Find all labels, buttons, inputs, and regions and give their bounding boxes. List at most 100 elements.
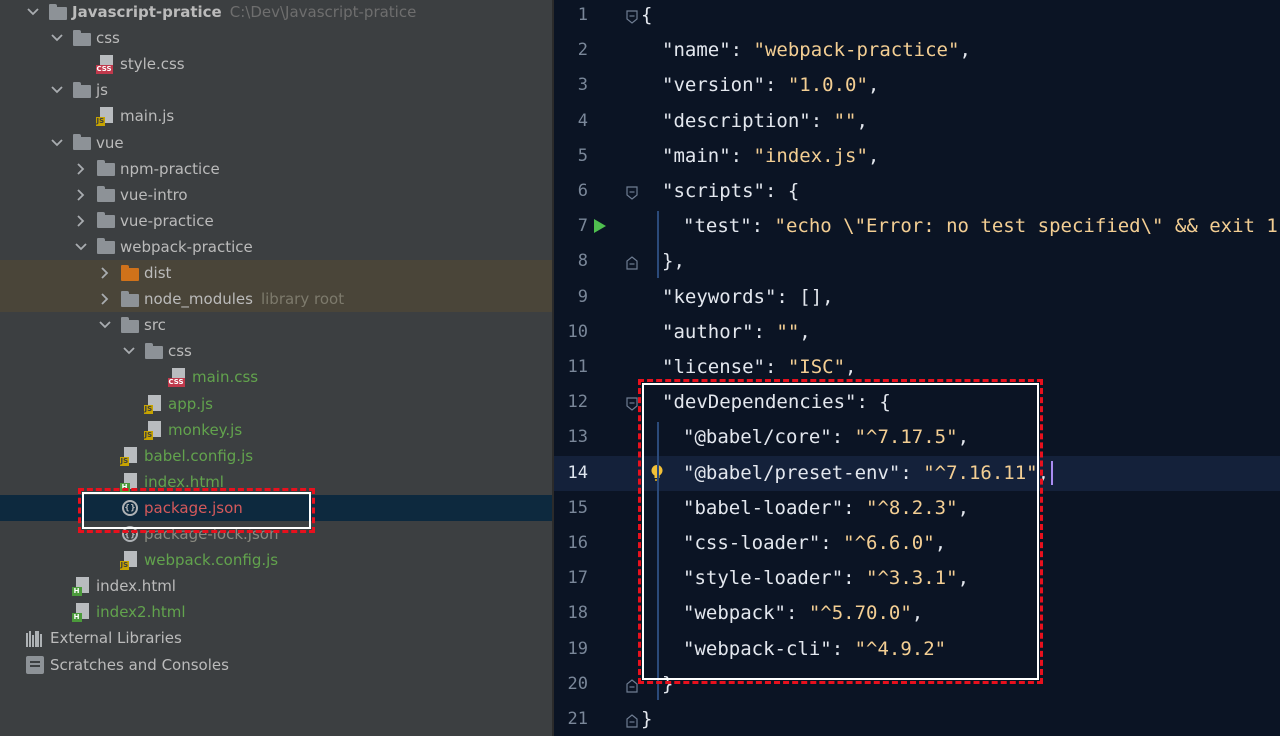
code-line[interactable]: 9 "keywords": [], xyxy=(554,280,1280,315)
tree-item-label: External Libraries xyxy=(50,629,182,648)
tree-row[interactable]: JS webpack.config.js xyxy=(0,547,552,573)
fold-close-icon[interactable] xyxy=(626,713,638,728)
fold-open-icon[interactable] xyxy=(626,9,638,24)
tree-row[interactable]: npm-practice xyxy=(0,156,552,182)
code-line[interactable]: 10 "author": "", xyxy=(554,315,1280,350)
tree-row[interactable]: {} package.json xyxy=(0,494,552,521)
chevron-right-icon[interactable] xyxy=(98,260,120,286)
code-line[interactable]: 20} xyxy=(554,667,1280,702)
code-line[interactable]: 2 "name": "webpack-practice", xyxy=(554,33,1280,68)
tree-row[interactable]: dist xyxy=(0,260,552,286)
json-key: "babel-loader" xyxy=(683,496,844,519)
tree-row[interactable]: JS monkey.js xyxy=(0,417,552,443)
tree-item-label: vue-intro xyxy=(120,185,188,204)
tree-row[interactable]: webpack-practice xyxy=(0,234,552,260)
tree-item-hint: library root xyxy=(260,290,345,309)
code-editor[interactable]: 1{2 "name": "webpack-practice", 3 "version"… xyxy=(554,0,1280,736)
json-key: "scripts" xyxy=(662,180,765,202)
tree-row[interactable]: node_modules library root xyxy=(0,286,552,313)
json-punctuation: } xyxy=(641,708,653,730)
chevron-down-icon[interactable] xyxy=(50,25,72,51)
code-line[interactable]: 14 "@babel/preset-env": "^7.16.11", xyxy=(554,455,1280,491)
fold-close-icon[interactable] xyxy=(626,255,638,270)
tree-row[interactable]: vue-intro xyxy=(0,182,552,208)
code-line[interactable]: 12 "devDependencies": { xyxy=(554,385,1280,420)
ide-window: Javascript-pratice C:\Dev\Javascript-prat… xyxy=(0,0,1280,736)
code-text: "@babel/core": "^7.17.5", xyxy=(683,420,969,455)
fold-open-icon[interactable] xyxy=(626,185,638,200)
code-line[interactable]: 17 "style-loader": "^3.3.1", xyxy=(554,561,1280,596)
chevron-right-icon[interactable] xyxy=(74,208,96,234)
json-punctuation: : xyxy=(785,602,809,625)
tree-row[interactable]: CSS main.css xyxy=(0,364,552,390)
tree-row[interactable]: css xyxy=(0,25,552,51)
chevron-right-icon[interactable] xyxy=(74,182,96,208)
chevron-down-icon[interactable] xyxy=(50,77,72,103)
tree-row[interactable]: JS app.js xyxy=(0,391,552,417)
json-key: "keywords" xyxy=(662,285,777,308)
run-script-icon[interactable] xyxy=(594,219,606,234)
code-text: "devDependencies": { xyxy=(662,385,891,420)
code-line[interactable]: 18 "webpack": "^5.70.0", xyxy=(554,596,1280,631)
line-number: 6 xyxy=(577,181,588,201)
code-line[interactable]: 7 "test": "echo \"Error: no test specifie… xyxy=(554,209,1280,244)
tree-row[interactable]: src xyxy=(0,312,552,338)
chevron-down-icon[interactable] xyxy=(98,312,120,338)
code-line[interactable]: 19 "webpack-cli": "^4.9.2" xyxy=(554,632,1280,667)
json-punctuation: : xyxy=(753,320,777,343)
code-line[interactable]: 16 "css-loader": "^6.6.0", xyxy=(554,526,1280,561)
tree-row[interactable]: Hindex.html xyxy=(0,573,552,599)
json-punctuation: : xyxy=(820,532,844,554)
tree-row[interactable]: vue-practice xyxy=(0,208,552,234)
tree-item-label: Javascript-pratice xyxy=(72,3,222,21)
code-line[interactable]: 8}, xyxy=(554,244,1280,279)
fold-close-icon[interactable] xyxy=(626,678,638,693)
line-number: 17 xyxy=(567,568,588,589)
chevron-down-icon[interactable] xyxy=(122,338,144,364)
code-line[interactable]: 3 "version": "1.0.0", xyxy=(554,68,1280,103)
tree-row[interactable]: JS main.js xyxy=(0,103,552,129)
js-file-icon: JS xyxy=(95,106,116,127)
code-text: "webpack": "^5.70.0", xyxy=(683,596,923,631)
css-file-icon: CSS xyxy=(95,54,116,75)
chevron-down-icon[interactable] xyxy=(74,234,96,260)
line-number: 9 xyxy=(577,286,588,307)
line-number: 5 xyxy=(577,145,588,166)
code-line[interactable]: 1{ xyxy=(554,0,1280,33)
json-punctuation: : xyxy=(843,567,867,590)
code-line[interactable]: 21} xyxy=(554,702,1280,736)
chevron-right-icon[interactable] xyxy=(74,156,96,182)
tree-row[interactable]: CSS style.css xyxy=(0,51,552,77)
code-line[interactable]: 4 "description": "", xyxy=(554,104,1280,139)
tree-row[interactable]: vue xyxy=(0,130,552,156)
line-number: 19 xyxy=(567,638,588,659)
json-punctuation: : xyxy=(764,356,788,378)
code-line[interactable]: 11 "license": "ISC", xyxy=(554,350,1280,385)
code-line[interactable]: 15 "babel-loader": "^8.2.3", xyxy=(554,491,1280,526)
tree-row[interactable]: External Libraries xyxy=(0,625,552,651)
code-line[interactable]: 5 "main": "index.js", xyxy=(554,139,1280,174)
tree-row[interactable]: Hindex2.html xyxy=(0,599,552,625)
tree-item-label: src xyxy=(144,316,166,335)
code-text: } xyxy=(662,667,673,702)
chevron-right-icon[interactable] xyxy=(98,286,120,312)
tree-row[interactable]: js xyxy=(0,77,552,103)
json-value: "" xyxy=(833,109,857,132)
json-punctuation: , xyxy=(957,496,970,519)
tree-item-label: index.html xyxy=(96,577,176,596)
line-number: 14 xyxy=(567,462,588,483)
code-text: "main": "index.js", xyxy=(662,139,879,174)
code-line[interactable]: 13 "@babel/core": "^7.17.5", xyxy=(554,420,1280,455)
json-value: "1.0.0" xyxy=(787,74,868,97)
fold-open-icon[interactable] xyxy=(626,396,638,411)
tree-row[interactable]: Javascript-pratice C:\Dev\Javascript-prat… xyxy=(0,0,552,25)
chevron-down-icon[interactable] xyxy=(50,130,72,156)
tree-row[interactable]: {} package-lock.json xyxy=(0,521,552,547)
tree-row[interactable]: JS babel.config.js xyxy=(0,443,552,469)
tree-row[interactable]: Scratches and Consoles xyxy=(0,652,552,678)
tree-row[interactable]: css xyxy=(0,338,552,364)
chevron-down-icon[interactable] xyxy=(26,0,48,25)
code-line[interactable]: 6 "scripts": { xyxy=(554,174,1280,209)
tree-row[interactable]: Hindex.html xyxy=(0,469,552,495)
line-number: 4 xyxy=(577,110,588,131)
